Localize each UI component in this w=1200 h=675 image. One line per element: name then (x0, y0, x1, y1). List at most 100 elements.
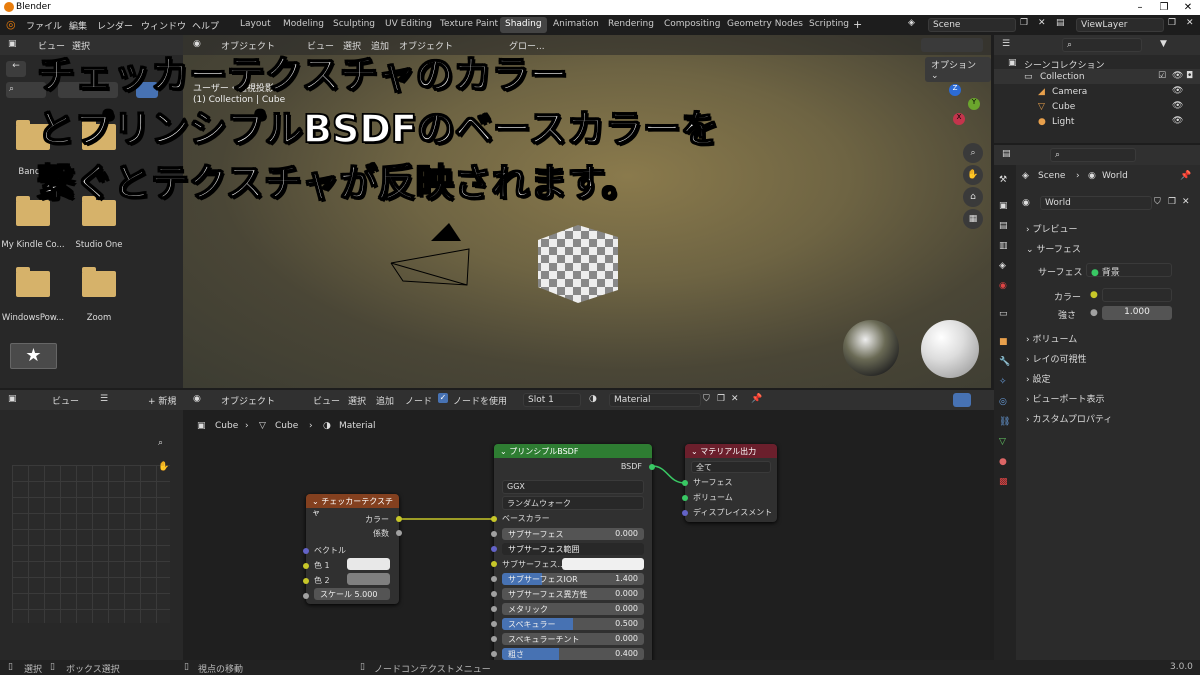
camera-render-icon[interactable]: ◘ (1186, 71, 1193, 81)
object-tab-icon[interactable]: ■ (999, 337, 1008, 347)
eye-icon[interactable]: 👁 (1172, 71, 1183, 81)
section-ray-visibility[interactable]: › レイの可視性 (1022, 348, 1192, 367)
camera-view-icon[interactable]: ⌂ (963, 187, 983, 207)
blender-menu-icon[interactable]: ◎ (6, 18, 16, 31)
principled-bsdf-node[interactable]: ⌄ プリンシプルBSDF BSDF GGX ランダムウォーク ベースカラー サブ… (491, 444, 655, 660)
eye-icon[interactable]: 👁 (1172, 116, 1183, 126)
input-socket[interactable] (303, 563, 309, 569)
camera-object[interactable] (383, 215, 503, 295)
folder-label[interactable]: Studio One (59, 240, 139, 250)
filter-icon[interactable]: ▼ (1160, 39, 1167, 49)
menu-edit[interactable]: 編集 (69, 19, 87, 32)
tab-shading[interactable]: Shading (500, 17, 547, 33)
bsdf-row-slider[interactable]: サブサーフェスIOR 1.400 (502, 573, 644, 585)
tool-tab-icon[interactable]: ⚒ (999, 175, 1007, 185)
hand-pan-icon[interactable]: ✋ (963, 165, 983, 185)
editor-type-icon[interactable]: ☰ (1002, 39, 1010, 49)
input-socket[interactable] (491, 561, 497, 567)
world-datablock-icon[interactable]: ◉ (1022, 198, 1030, 208)
copy-icon[interactable]: ❐ (1168, 197, 1176, 207)
tab-animation[interactable]: Animation (548, 17, 604, 33)
folder-label[interactable]: Zoom (59, 313, 139, 323)
viewlayer-icon[interactable]: ▤ (1056, 18, 1065, 28)
input-socket[interactable] (491, 531, 497, 537)
tab-uv-editing[interactable]: UV Editing (380, 17, 437, 33)
input-socket[interactable] (491, 516, 497, 522)
bsdf-row-slider[interactable]: サブサーフェス 0.000 (502, 528, 644, 540)
modifier-tab-icon[interactable]: 🔧 (999, 357, 1010, 367)
tab-texture-paint[interactable]: Texture Paint (435, 17, 503, 33)
folder-icon[interactable] (16, 267, 50, 297)
collection-tab-icon[interactable]: ▭ (999, 309, 1008, 319)
section-settings[interactable]: › 設定 (1022, 368, 1192, 387)
outliner-row-collection[interactable]: ▭ Collection ☑ 👁 ◘ (994, 69, 1200, 84)
grid-perspective-icon[interactable]: ▦ (963, 209, 983, 229)
input-socket[interactable] (491, 606, 497, 612)
node-header[interactable]: ⌄ マテリアル出力 (685, 444, 777, 458)
shading-mode-buttons[interactable] (921, 38, 983, 52)
outliner-row-cube[interactable]: ▽ Cube 👁 (994, 99, 1200, 114)
shader-node-editor[interactable]: ◉ オブジェクト ビュー 選択 追加 ノード ✓ ノードを使用 Slot 1 ◑… (183, 390, 994, 660)
world-tab-icon[interactable]: ◉ (999, 281, 1007, 291)
menu-window[interactable]: ウィンドウ (141, 19, 186, 32)
bsdf-row-slider[interactable]: サブサーフェス範囲 (502, 543, 644, 555)
tab-rendering[interactable]: Rendering (603, 17, 659, 33)
color2-swatch[interactable] (347, 573, 390, 585)
hand-pan-icon[interactable]: ✋ (158, 462, 169, 472)
tab-layout[interactable]: Layout (235, 17, 276, 33)
subsurface-method-select[interactable]: ランダムウォーク (502, 496, 644, 510)
new-image-button[interactable]: + 新規 (148, 394, 176, 407)
input-socket[interactable] (491, 591, 497, 597)
close-icon[interactable]: ✕ (1176, 0, 1200, 15)
editor-type-icon[interactable]: ▤ (1002, 149, 1011, 159)
menu-file[interactable]: ファイル (26, 19, 62, 32)
node-header[interactable]: ⌄ チェッカーテクスチャ (306, 494, 399, 517)
tab-sculpting[interactable]: Sculpting (328, 17, 380, 33)
output-socket[interactable] (396, 530, 402, 536)
copy-viewlayer-icon[interactable]: ❐ (1168, 18, 1176, 28)
viewlayer-field[interactable]: ViewLayer (1076, 18, 1164, 32)
y-axis-icon[interactable]: Y (968, 98, 980, 110)
x-axis-icon[interactable]: X (953, 113, 965, 125)
pin-icon[interactable]: 📌 (1180, 171, 1191, 181)
texture-tab-icon[interactable]: ▩ (999, 477, 1008, 487)
bsdf-row-slider[interactable]: メタリック 0.000 (502, 603, 644, 615)
checker-cube[interactable] (533, 215, 623, 305)
output-socket[interactable] (649, 464, 655, 470)
tab-scripting[interactable]: Scripting (804, 17, 854, 33)
outliner-row-light[interactable]: ● Light 👁 (994, 114, 1200, 129)
input-socket[interactable] (491, 576, 497, 582)
tab-geometry-nodes[interactable]: Geometry Nodes (722, 17, 808, 33)
output-socket[interactable] (396, 516, 402, 522)
surface-shader-field[interactable]: ● 背景 (1086, 263, 1172, 278)
menu-render[interactable]: レンダー (97, 19, 133, 32)
zoom-icon[interactable]: ⌕ (963, 143, 983, 163)
strength-slider[interactable]: 1.000 (1102, 306, 1172, 320)
maximize-icon[interactable]: ❐ (1152, 0, 1176, 15)
input-socket[interactable] (491, 546, 497, 552)
outliner-row-camera[interactable]: ◢ Camera 👁 (994, 84, 1200, 99)
section-viewport-display[interactable]: › ビューポート表示 (1022, 388, 1192, 407)
checkbox-icon[interactable]: ☑ (1158, 71, 1166, 81)
input-socket[interactable] (303, 578, 309, 584)
input-socket[interactable] (303, 548, 309, 554)
z-axis-icon[interactable]: Z (949, 84, 961, 96)
editor-type-icon[interactable]: ▣ (8, 39, 17, 49)
editor-type-icon[interactable]: ▣ (8, 394, 17, 404)
color1-swatch[interactable] (347, 558, 390, 570)
remove-viewlayer-icon[interactable]: ✕ (1186, 18, 1194, 28)
input-socket[interactable] (303, 593, 309, 599)
render-tab-icon[interactable]: ▣ (999, 201, 1008, 211)
constraints-tab-icon[interactable]: ⛓ (999, 417, 1010, 427)
data-tab-icon[interactable]: ▽ (999, 437, 1006, 447)
hamburger-menu-icon[interactable]: ☰ (100, 394, 108, 404)
checker-texture-node[interactable]: ⌄ チェッカーテクスチャ カラー 係数 ベクトル 色 1 色 2 スケール 5.… (303, 494, 402, 604)
section-custom-properties[interactable]: › カスタムプロパティ (1022, 408, 1192, 427)
particles-tab-icon[interactable]: ✧ (999, 377, 1007, 387)
add-workspace-icon[interactable]: + (853, 18, 862, 31)
scene-field[interactable]: Scene (928, 18, 1016, 32)
uv-grid[interactable] (12, 465, 170, 623)
input-socket[interactable] (682, 510, 688, 516)
scale-slider[interactable]: スケール 5.000 (314, 588, 390, 600)
input-socket[interactable] (682, 480, 688, 486)
